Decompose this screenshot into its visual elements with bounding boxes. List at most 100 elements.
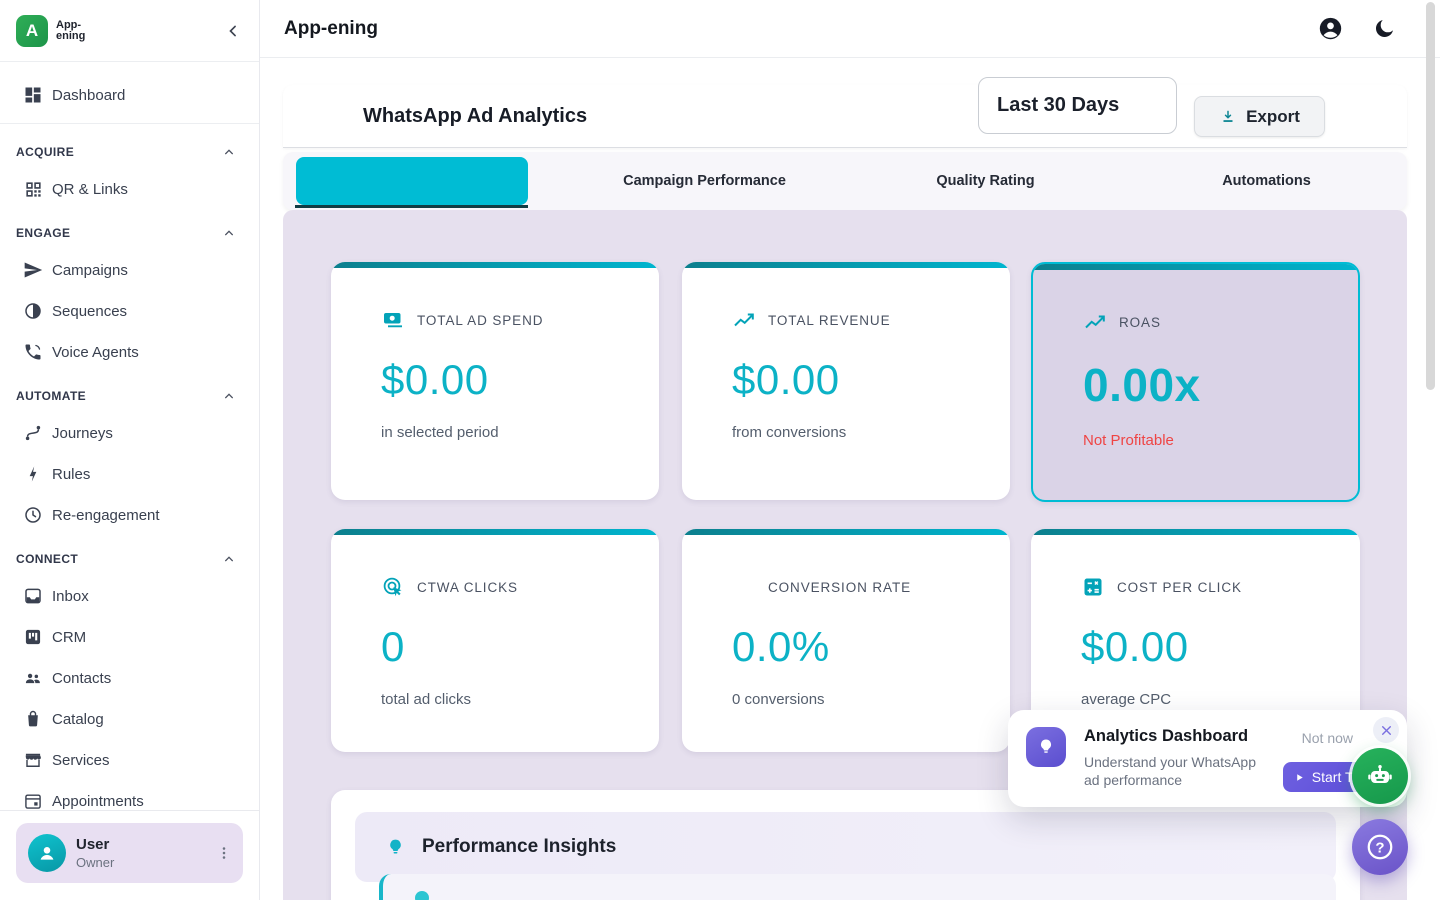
app-logo-text: App- ening [56, 20, 85, 42]
stat-label: COST PER CLICK [1117, 580, 1242, 595]
sidebar-item-rules[interactable]: Rules [0, 454, 259, 494]
card-top-strip [331, 262, 659, 268]
qr-code-icon [22, 178, 44, 200]
stat-label: TOTAL AD SPEND [417, 313, 543, 328]
chevron-up-icon [221, 225, 237, 241]
stat-label: TOTAL REVENUE [768, 313, 890, 328]
insight-bullet-icon [415, 891, 429, 900]
export-button[interactable]: Export [1194, 96, 1325, 137]
bag-icon [22, 708, 44, 730]
stat-card-roas[interactable]: ROAS 0.00x Not Profitable [1031, 262, 1360, 502]
topbar-icons [1317, 15, 1396, 42]
insight-item [379, 874, 1336, 900]
close-icon[interactable] [1373, 717, 1399, 743]
robot-icon [1365, 761, 1395, 791]
dashboard-icon [22, 84, 44, 106]
stat-caption: total ad clicks [381, 691, 659, 708]
tab-quality-rating[interactable]: Quality Rating [845, 152, 1126, 210]
sidebar-item-contacts[interactable]: Contacts [0, 658, 259, 698]
sidebar-item-dashboard[interactable]: Dashboard [0, 75, 259, 115]
conversion-rate-icon-placeholder [732, 575, 756, 599]
tab-campaign-performance[interactable]: Campaign Performance [564, 152, 845, 210]
sidebar-section-acquire[interactable]: ACQUIRE [0, 140, 259, 164]
payments-icon [381, 308, 405, 332]
toast-title: Analytics Dashboard [1084, 727, 1248, 746]
account-circle-icon[interactable] [1317, 15, 1344, 42]
stat-value: 0.0% [732, 623, 1010, 671]
sidebar-item-voice-agents[interactable]: Voice Agents [0, 332, 259, 372]
sidebar-item-journeys[interactable]: Journeys [0, 413, 259, 453]
sidebar-item-sequences[interactable]: Sequences [0, 291, 259, 331]
tab-overview[interactable] [283, 152, 564, 210]
send-icon [22, 259, 44, 281]
sidebar-section-connect[interactable]: CONNECT [0, 547, 259, 571]
inbox-icon [22, 585, 44, 607]
card-top-strip [682, 262, 1010, 268]
sidebar-logo-row: A App- ening [0, 0, 259, 62]
user-card[interactable]: User Owner [16, 823, 243, 883]
sidebar-item-services[interactable]: Services [0, 740, 259, 780]
calendar-icon [22, 790, 44, 812]
stat-value: $0.00 [732, 356, 1010, 404]
stat-caption: from conversions [732, 424, 1010, 441]
stat-caption: average CPC [1081, 691, 1360, 708]
play-icon [1294, 772, 1305, 783]
stat-value: $0.00 [1081, 623, 1360, 671]
chevron-up-icon [221, 551, 237, 567]
scrollbar-thumb[interactable] [1426, 2, 1435, 390]
svg-text:?: ? [1375, 839, 1384, 856]
date-range-select[interactable]: Last 30 Days [978, 77, 1177, 134]
sidebar-item-catalog[interactable]: Catalog [0, 699, 259, 739]
stat-caption: in selected period [381, 424, 659, 441]
not-now-button[interactable]: Not now [1302, 730, 1353, 746]
sidebar-section-engage[interactable]: ENGAGE [0, 221, 259, 245]
download-icon [1219, 108, 1237, 126]
ads-click-icon [381, 575, 405, 599]
moon-icon[interactable] [1372, 17, 1396, 41]
sidebar-item-re-engagement[interactable]: Re-engagement [0, 495, 259, 535]
user-name: User [76, 836, 114, 853]
sidebar-collapse-icon[interactable] [223, 21, 243, 41]
tab-active-underline [295, 205, 528, 208]
stat-card-total-ad-spend: TOTAL AD SPEND $0.00 in selected period [331, 262, 659, 500]
lightbulb-icon [1036, 737, 1056, 757]
sidebar-item-qr-links[interactable]: QR & Links [0, 169, 259, 209]
card-top-strip [1031, 529, 1360, 535]
stat-card-total-revenue: TOTAL REVENUE $0.00 from conversions [682, 262, 1010, 500]
performance-insights-header: Performance Insights [355, 812, 1336, 882]
stat-card-conversion-rate: CONVERSION RATE 0.0% 0 conversions [682, 529, 1010, 752]
sidebar-item-campaigns[interactable]: Campaigns [0, 250, 259, 290]
chatbot-fab[interactable] [1352, 748, 1408, 804]
help-fab[interactable]: ? [1352, 819, 1408, 875]
stat-caption: Not Profitable [1083, 432, 1358, 449]
stat-value: 0.00x [1083, 358, 1358, 412]
question-mark-icon: ? [1365, 832, 1395, 862]
calculate-icon [1081, 575, 1105, 599]
avatar [28, 834, 66, 872]
trending-up-icon [1083, 310, 1107, 334]
insights-title: Performance Insights [422, 836, 616, 858]
stat-label: CTWA CLICKS [417, 580, 518, 595]
page-title: WhatsApp Ad Analytics [363, 105, 587, 128]
kanban-icon [22, 626, 44, 648]
tabbar: Campaign Performance Quality Rating Auto… [283, 152, 1407, 210]
phone-icon [22, 341, 44, 363]
sidebar-section-automate[interactable]: AUTOMATE [0, 384, 259, 408]
sidebar-footer: User Owner [0, 810, 259, 900]
stat-label: ROAS [1119, 315, 1161, 330]
stat-value: 0 [381, 623, 659, 671]
sidebar-item-inbox[interactable]: Inbox [0, 576, 259, 616]
app-logo: A [16, 15, 48, 47]
topbar-title: App-ening [284, 18, 378, 40]
lightbulb-icon [385, 837, 406, 858]
trending-up-icon [732, 308, 756, 332]
storefront-icon [22, 749, 44, 771]
app-frame: A App- ening Dashboard ACQUIRE QR & Lin [0, 0, 1440, 900]
bolt-icon [22, 463, 44, 485]
tab-automations[interactable]: Automations [1126, 152, 1407, 210]
route-icon [22, 422, 44, 444]
sidebar-item-crm[interactable]: CRM [0, 617, 259, 657]
more-vert-icon[interactable] [215, 844, 233, 862]
toast-lightbulb-badge [1026, 727, 1066, 767]
person-icon [35, 841, 59, 865]
